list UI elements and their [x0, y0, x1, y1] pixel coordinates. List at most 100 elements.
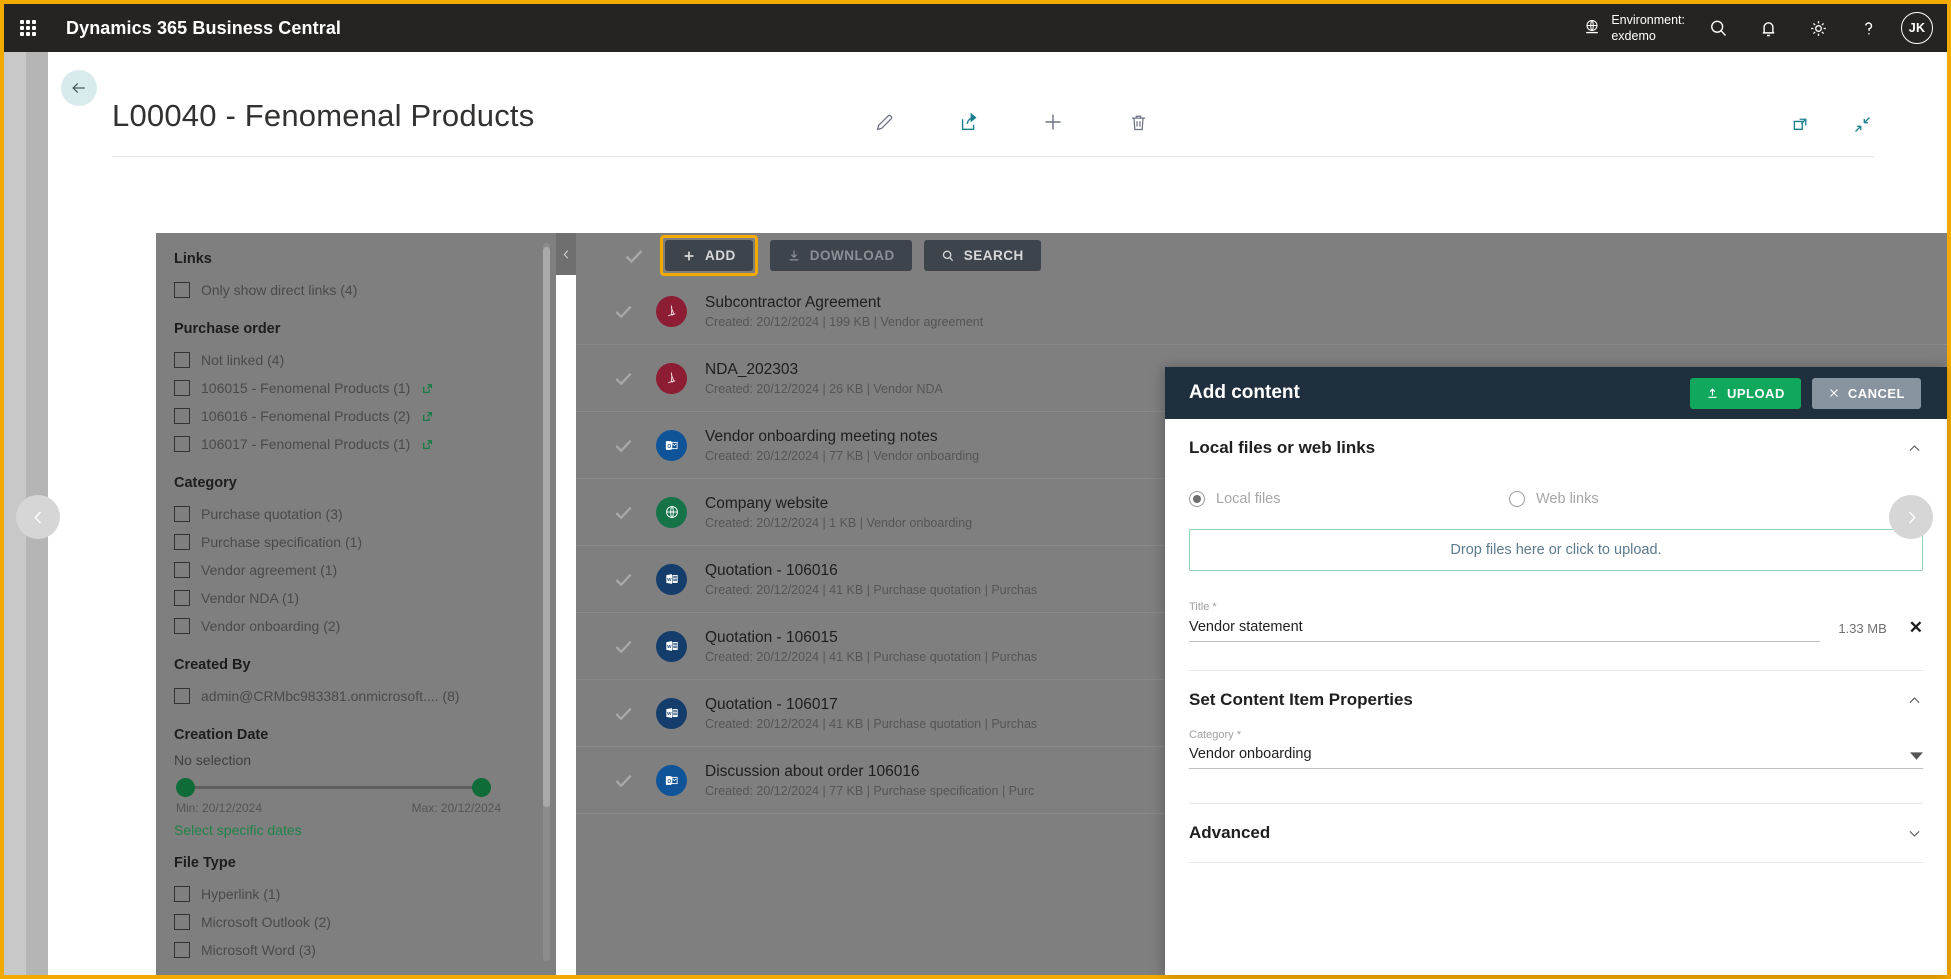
new-plus-icon[interactable]: [1036, 105, 1070, 139]
title-input[interactable]: Vendor statement: [1189, 619, 1820, 642]
checkbox-icon[interactable]: [174, 352, 190, 368]
remove-file-icon[interactable]: ✕: [1909, 618, 1923, 638]
filter-checkbox-106017[interactable]: 106017 - Fenomenal Products (1): [174, 430, 556, 458]
document-select-check-icon[interactable]: [612, 702, 656, 725]
file-dropzone[interactable]: Drop files here or click to upload.: [1189, 529, 1923, 571]
cancel-button-label: CANCEL: [1848, 386, 1905, 401]
gear-icon[interactable]: [1793, 4, 1843, 52]
radio-local-files[interactable]: Local files: [1189, 491, 1509, 507]
select-all-check-icon[interactable]: [620, 244, 648, 268]
next-record-button[interactable]: [1889, 495, 1933, 539]
document-row[interactable]: Subcontractor AgreementCreated: 20/12/20…: [576, 278, 1947, 345]
checkbox-icon[interactable]: [174, 534, 190, 550]
document-select-check-icon[interactable]: [612, 568, 656, 591]
notification-bell-icon[interactable]: [1743, 4, 1793, 52]
add-button[interactable]: ADD: [665, 240, 753, 271]
external-link-icon[interactable]: [421, 438, 434, 451]
filter-checkbox-microsoft-word[interactable]: Microsoft Word (3): [174, 936, 556, 964]
document-select-check-icon[interactable]: [612, 501, 656, 524]
checkbox-icon[interactable]: [174, 688, 190, 704]
checkbox-icon[interactable]: [174, 562, 190, 578]
upload-button[interactable]: UPLOAD: [1690, 378, 1801, 409]
filter-checkbox-admin-user[interactable]: admin@CRMbc983381.onmicrosoft.... (8): [174, 682, 556, 710]
filter-checkbox-microsoft-outlook[interactable]: Microsoft Outlook (2): [174, 908, 556, 936]
edit-pencil-icon[interactable]: [868, 105, 902, 139]
category-select-value[interactable]: Vendor onboarding: [1189, 746, 1900, 768]
filter-checkbox-vendor-agreement[interactable]: Vendor agreement (1): [174, 556, 556, 584]
filter-checkbox-only-direct-links[interactable]: Only show direct links (4): [174, 276, 556, 304]
external-link-icon[interactable]: [421, 382, 434, 395]
collapse-icon[interactable]: [1845, 107, 1879, 141]
slider-min-label: Min: 20/12/2024: [176, 801, 262, 815]
section-properties-header[interactable]: Set Content Item Properties: [1189, 671, 1923, 729]
creation-date-slider[interactable]: [176, 777, 491, 799]
filter-checkbox-106016[interactable]: 106016 - Fenomenal Products (2): [174, 402, 556, 430]
document-meta: Created: 20/12/2024 | 77 KB | Purchase s…: [705, 784, 1034, 798]
filter-label: Microsoft Outlook (2): [201, 914, 331, 930]
checkbox-icon[interactable]: [174, 436, 190, 452]
filter-group-creation-date: Creation Date No selection Min: 20/12/20…: [174, 727, 556, 838]
select-specific-dates-link[interactable]: Select specific dates: [174, 822, 556, 838]
checkbox-icon[interactable]: [174, 380, 190, 396]
title-field-line: Vendor statement 1.33 MB ✕: [1189, 618, 1923, 642]
title-field-wrapper: Title * Vendor statement 1.33 MB ✕: [1189, 601, 1923, 650]
add-content-body: Local files or web links: [1165, 419, 1947, 863]
chevron-down-icon[interactable]: [1910, 752, 1923, 761]
checkbox-icon[interactable]: [174, 886, 190, 902]
document-select-check-icon[interactable]: [612, 434, 656, 457]
section-advanced-header[interactable]: Advanced: [1189, 804, 1923, 862]
filter-checkbox-purchase-quotation[interactable]: Purchase quotation (3): [174, 500, 556, 528]
category-field-line[interactable]: Vendor onboarding: [1189, 746, 1923, 769]
filter-checkbox-hyperlink[interactable]: Hyperlink (1): [174, 880, 556, 908]
cancel-button[interactable]: CANCEL: [1812, 378, 1921, 409]
document-select-check-icon[interactable]: [612, 300, 656, 323]
section-local-files-header[interactable]: Local files or web links: [1189, 419, 1923, 477]
svg-text:O: O: [667, 443, 671, 449]
previous-record-button[interactable]: [16, 495, 60, 539]
file-size-label: 1.33 MB: [1838, 621, 1886, 636]
checkbox-icon[interactable]: [174, 590, 190, 606]
chevron-up-icon[interactable]: [1906, 440, 1923, 457]
checkbox-icon[interactable]: [174, 942, 190, 958]
slider-knob-max[interactable]: [472, 778, 491, 797]
delete-trash-icon[interactable]: [1121, 105, 1155, 139]
environment-indicator[interactable]: Environment: exdemo: [1572, 12, 1685, 44]
search-icon[interactable]: [1693, 4, 1743, 52]
checkbox-icon[interactable]: [174, 408, 190, 424]
radio-web-links[interactable]: Web links: [1509, 491, 1599, 507]
chevron-up-icon[interactable]: [1906, 692, 1923, 709]
chevron-down-icon[interactable]: [1906, 825, 1923, 842]
avatar[interactable]: JK: [1901, 12, 1933, 44]
external-link-icon[interactable]: [421, 410, 434, 423]
share-icon[interactable]: [952, 105, 986, 139]
checkbox-icon[interactable]: [174, 506, 190, 522]
outlook-icon: O: [656, 430, 687, 461]
radio-unselected-icon[interactable]: [1509, 491, 1525, 507]
pdf-icon: [656, 363, 687, 394]
search-button[interactable]: SEARCH: [924, 240, 1041, 271]
filter-checkbox-not-linked[interactable]: Not linked (4): [174, 346, 556, 374]
filter-checkbox-purchase-specification[interactable]: Purchase specification (1): [174, 528, 556, 556]
filter-checkbox-vendor-onboarding[interactable]: Vendor onboarding (2): [174, 612, 556, 640]
checkbox-icon[interactable]: [174, 618, 190, 634]
help-icon[interactable]: [1843, 4, 1893, 52]
download-button[interactable]: DOWNLOAD: [770, 240, 912, 271]
filter-scrollbar-thumb[interactable]: [543, 247, 550, 807]
collapse-filter-panel-button[interactable]: [556, 233, 576, 275]
app-launcher-icon[interactable]: [4, 4, 52, 52]
document-meta: Created: 20/12/2024 | 77 KB | Vendor onb…: [705, 449, 979, 463]
document-select-check-icon[interactable]: [612, 367, 656, 390]
open-in-new-window-icon[interactable]: [1783, 107, 1817, 141]
checkbox-icon[interactable]: [174, 914, 190, 930]
filter-checkbox-vendor-nda[interactable]: Vendor NDA (1): [174, 584, 556, 612]
word-icon: W: [656, 698, 687, 729]
download-button-label: DOWNLOAD: [810, 248, 895, 263]
document-title: Company website: [705, 495, 972, 513]
document-select-check-icon[interactable]: [612, 769, 656, 792]
back-button[interactable]: [61, 70, 97, 106]
checkbox-icon[interactable]: [174, 282, 190, 298]
filter-checkbox-106015[interactable]: 106015 - Fenomenal Products (1): [174, 374, 556, 402]
slider-knob-min[interactable]: [176, 778, 195, 797]
document-select-check-icon[interactable]: [612, 635, 656, 658]
radio-selected-icon[interactable]: [1189, 491, 1205, 507]
